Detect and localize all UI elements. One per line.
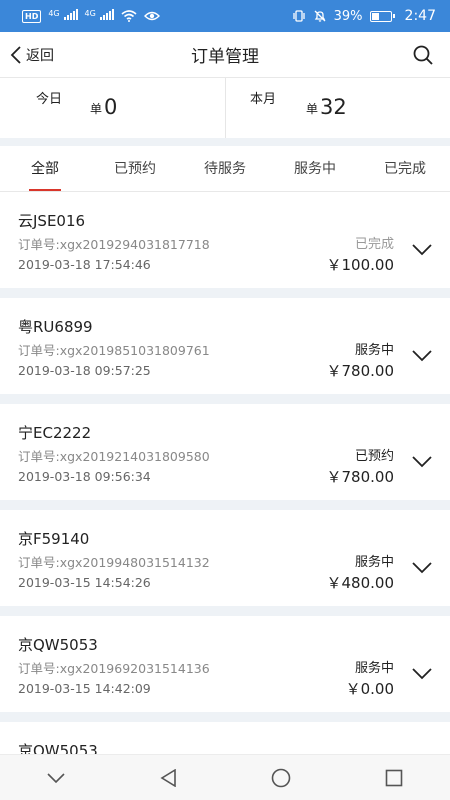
order-number: 订单号:xgx2019692031514136 (18, 661, 210, 676)
wifi-icon (121, 10, 137, 22)
status-bar-right: 39% 2:47 (292, 8, 436, 24)
chevron-down-icon[interactable] (412, 668, 432, 680)
collapse-button[interactable] (41, 763, 71, 793)
summary-today-label: 今日 (36, 92, 63, 107)
summary-today: 今日 单 0 (0, 78, 225, 138)
summary-today-unit: 单 (90, 102, 103, 116)
summary-month-label: 本月 (250, 92, 277, 107)
order-summary: 今日 单 0 本月 单 32 (0, 78, 450, 138)
order-price: ￥0.00 (345, 680, 394, 698)
system-nav-bar (0, 754, 450, 800)
tab-completed[interactable]: 已完成 (360, 146, 450, 191)
chevron-down-icon (47, 772, 65, 783)
status-tabs: 全部 已预约 待服务 服务中 已完成 (0, 146, 450, 192)
nav-bar: 返回 订单管理 (0, 32, 450, 78)
circle-home-icon (271, 768, 291, 787)
square-recents-icon (385, 769, 403, 786)
summary-month: 本月 单 32 (225, 78, 450, 138)
order-item[interactable]: 云JSE016 订单号:xgx2019294031817718 2019-03-… (0, 192, 450, 288)
order-price: ￥780.00 (326, 468, 395, 486)
network-type-label-2: 4G (84, 9, 96, 18)
summary-today-value: 0 (104, 95, 118, 119)
order-date: 2019-03-18 17:54:46 (18, 257, 151, 272)
status-bar: HD 4G 4G 39% 2:47 (0, 0, 450, 32)
order-plate: 京F59140 (18, 530, 90, 548)
signal-icon-2: 4G (85, 9, 114, 23)
tab-in-service[interactable]: 服务中 (270, 146, 360, 191)
tab-all[interactable]: 全部 (0, 146, 90, 191)
order-number: 订单号:xgx2019294031817718 (18, 237, 210, 252)
triangle-back-icon (160, 768, 176, 787)
order-date: 2019-03-15 14:42:09 (18, 681, 151, 696)
status-bar-left: HD 4G 4G (22, 9, 160, 23)
order-plate: 京QW5053 (18, 636, 98, 654)
order-plate: 粤RU6899 (18, 318, 93, 336)
chevron-down-icon[interactable] (412, 350, 432, 362)
summary-month-value: 32 (320, 95, 347, 119)
order-number: 订单号:xgx2019851031809761 (18, 343, 210, 358)
order-status: 已预约 (354, 449, 394, 464)
order-plate: 宁EC2222 (18, 424, 92, 442)
network-type-label: 4G (48, 9, 60, 18)
order-number: 订单号:xgx2019948031514132 (18, 555, 210, 570)
order-status: 服务中 (354, 555, 394, 570)
back-button[interactable]: 返回 (0, 32, 90, 77)
chevron-down-icon[interactable] (412, 456, 432, 468)
tab-pending-service[interactable]: 待服务 (180, 146, 270, 191)
nav-home-button[interactable] (266, 763, 296, 793)
search-icon[interactable] (412, 44, 434, 66)
order-item[interactable]: 宁EC2222 订单号:xgx2019214031809580 2019-03-… (0, 404, 450, 500)
order-item[interactable]: 京F59140 订单号:xgx2019948031514132 2019-03-… (0, 510, 450, 606)
order-status: 服务中 (354, 661, 394, 676)
back-label: 返回 (26, 47, 54, 64)
summary-month-unit: 单 (306, 102, 319, 116)
order-date: 2019-03-18 09:57:25 (18, 363, 151, 378)
order-number: 订单号:xgx2019214031809580 (18, 449, 210, 464)
battery-percent: 39% (333, 8, 363, 24)
order-price: ￥480.00 (326, 574, 395, 592)
order-status: 服务中 (354, 343, 394, 358)
order-plate: 云JSE016 (18, 212, 86, 230)
chevron-left-icon (10, 45, 21, 64)
order-item[interactable]: 粤RU6899 订单号:xgx2019851031809761 2019-03-… (0, 298, 450, 394)
eye-icon (143, 11, 160, 21)
hd-badge: HD (22, 9, 42, 23)
clock: 2:47 (404, 8, 436, 24)
order-status: 已完成 (354, 237, 394, 252)
nav-recents-button[interactable] (379, 763, 409, 793)
nav-back-button[interactable] (154, 763, 184, 793)
chevron-down-icon[interactable] (412, 562, 432, 574)
chevron-down-icon[interactable] (412, 244, 432, 256)
vibrate-icon (292, 10, 305, 22)
order-price: ￥780.00 (326, 362, 395, 380)
order-item[interactable]: 京QW5053 订单号:xgx2019692031514136 2019-03-… (0, 616, 450, 712)
order-list: 云JSE016 订单号:xgx2019294031817718 2019-03-… (0, 192, 450, 800)
battery-icon (369, 10, 395, 22)
order-date: 2019-03-15 14:54:26 (18, 575, 151, 590)
order-price: ￥100.00 (326, 256, 395, 274)
tab-reserved[interactable]: 已预约 (90, 146, 180, 191)
order-date: 2019-03-18 09:56:34 (18, 469, 151, 484)
signal-icon: 4G (48, 9, 78, 23)
mute-bell-icon (314, 10, 326, 22)
